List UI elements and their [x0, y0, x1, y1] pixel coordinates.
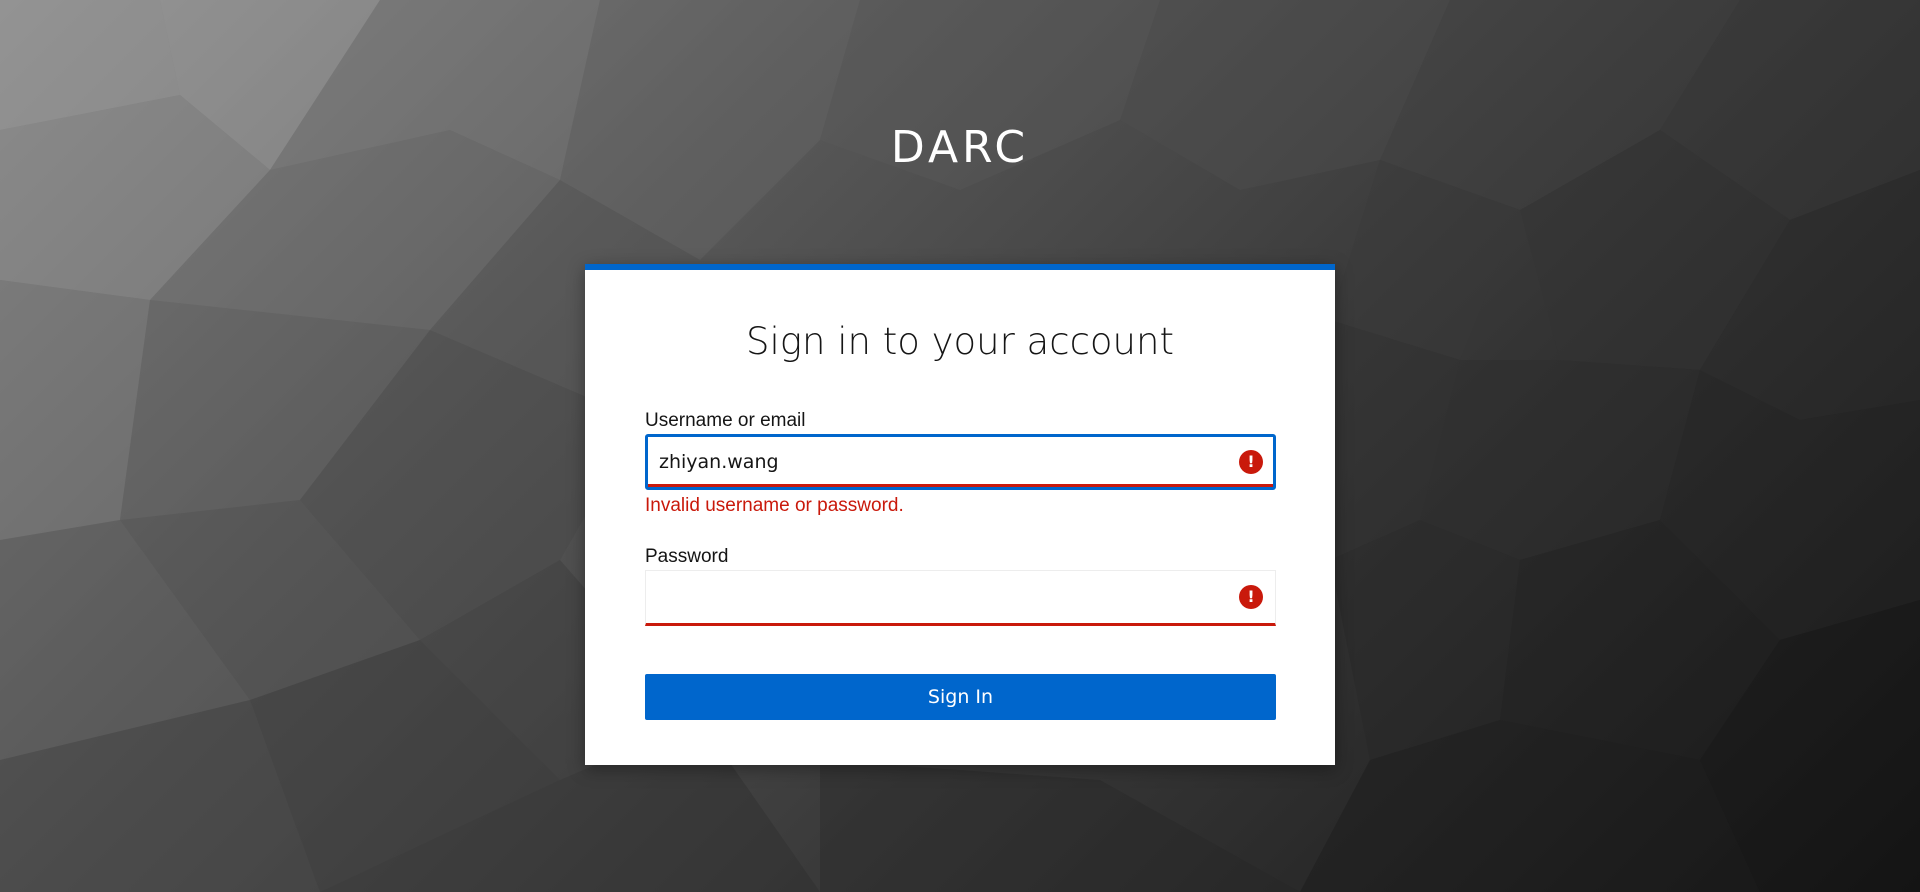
brand-title: DARC	[890, 122, 1030, 173]
password-field-wrapper: !	[645, 570, 1276, 626]
username-label: Username or email	[645, 410, 806, 431]
sign-in-button[interactable]: Sign In	[645, 674, 1276, 720]
exclamation-circle-icon: !	[1239, 585, 1263, 609]
login-card: Sign in to your account Username or emai…	[585, 264, 1335, 765]
error-message: Invalid username or password.	[645, 495, 904, 516]
password-input[interactable]	[646, 571, 1275, 623]
username-field-wrapper: !	[645, 434, 1276, 490]
password-label: Password	[645, 546, 729, 567]
exclamation-circle-icon: !	[1239, 450, 1263, 474]
username-input[interactable]	[648, 437, 1273, 487]
page-title: Sign in to your account	[746, 320, 1174, 363]
